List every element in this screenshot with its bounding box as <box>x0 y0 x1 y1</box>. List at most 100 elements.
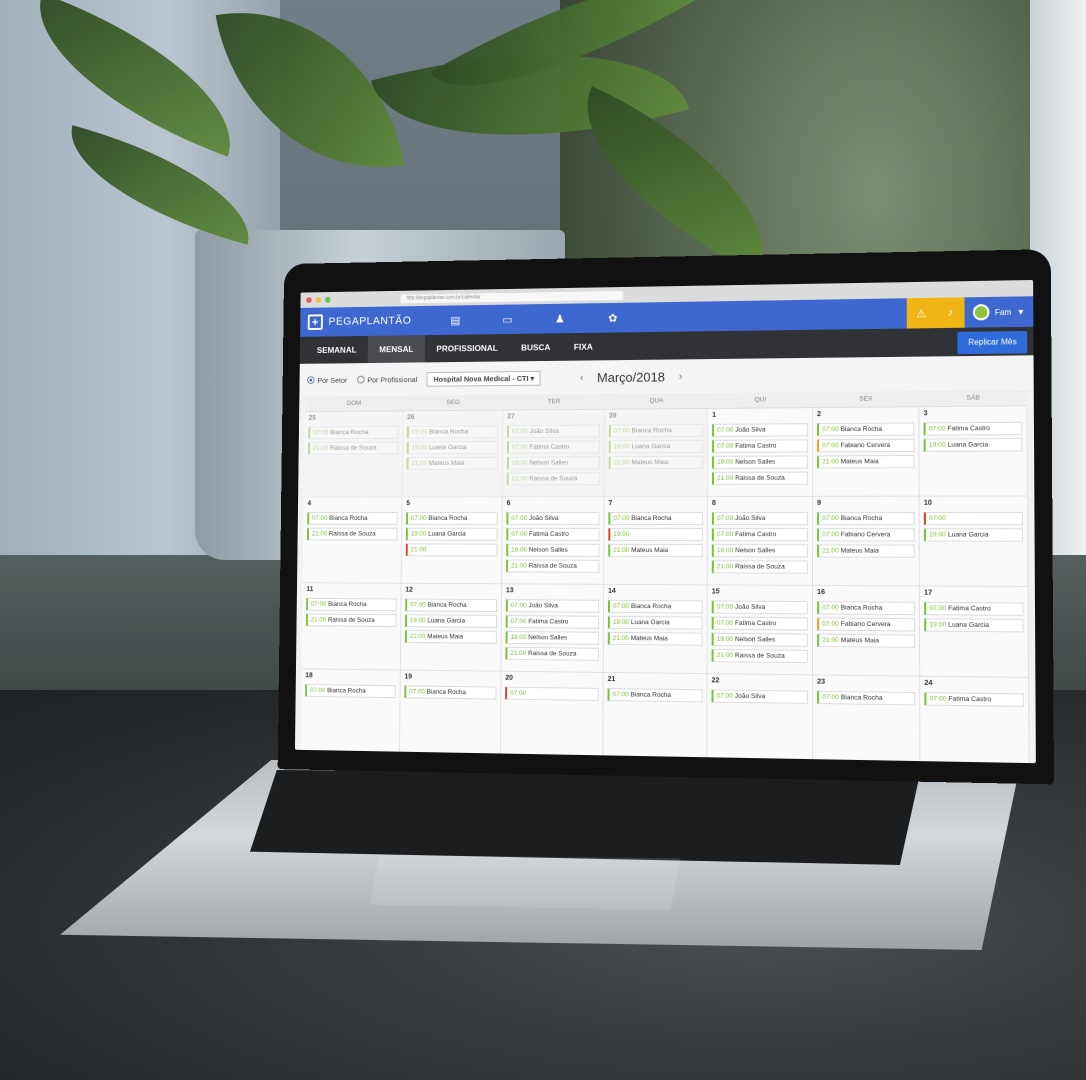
shift-entry[interactable]: 19:00 Luana Garcia <box>923 528 1024 542</box>
replicate-month-button[interactable]: Replicar Mês <box>957 330 1028 355</box>
shift-entry[interactable]: 07:00 Bianca Rocha <box>817 511 915 526</box>
calendar-day[interactable]: 12 07:00 Bianca Rocha 19:00 Luana Garcia 21… <box>400 583 503 672</box>
shift-entry[interactable]: 07:00 João Silva <box>711 689 808 704</box>
shift-entry[interactable]: 19:00 Nelson Salles <box>506 456 600 470</box>
shift-entry[interactable]: 07:00 Bianca Rocha <box>307 512 398 525</box>
radio-por-setor[interactable]: Por Setor <box>307 375 347 384</box>
calendar-day[interactable]: 20 07:00 <box>500 671 604 762</box>
calendar-day[interactable]: 5 07:00 Bianca Rocha 19:00 Luana Garcia 21:… <box>401 497 503 585</box>
calendar-day[interactable]: 16 07:00 Bianca Rocha 07:00 Fabiano Cerver… <box>813 585 921 677</box>
shift-entry[interactable]: 07:00 Bianca Rocha <box>305 684 396 699</box>
shift-entry[interactable]: 07:00 Bianca Rocha <box>404 685 497 700</box>
calendar-day[interactable]: 22 07:00 João Silva <box>707 674 814 764</box>
shift-entry[interactable]: 07:00 Bianca Rocha <box>308 426 399 440</box>
calendar-icon[interactable]: ▭ <box>498 313 517 326</box>
shift-entry[interactable]: 21:00 <box>405 543 498 557</box>
shift-entry[interactable]: 21:00 Raissa de Souza <box>307 527 398 541</box>
shift-entry[interactable]: 19:00 Luana Garcia <box>608 439 704 454</box>
shift-entry[interactable]: 21:00 Mateus Maia <box>817 544 915 558</box>
calendar-day[interactable]: 24 07:00 Fatima Castro <box>920 676 1030 764</box>
calendar-day[interactable]: 19 07:00 Bianca Rocha <box>399 670 502 760</box>
shift-entry[interactable]: 21:00 Mateus Maia <box>817 454 915 469</box>
calendar-day[interactable]: 26 07:00 Bianca Rocha 19:00 Luana Garcia 21… <box>402 410 504 498</box>
shift-entry[interactable]: 07:00 Bianca Rocha <box>406 512 498 525</box>
shift-entry[interactable]: 21:00 Raissa de Souza <box>506 472 600 486</box>
shift-entry[interactable]: 07:00 Bianca Rocha <box>607 688 703 703</box>
minimize-window-icon[interactable] <box>315 297 322 303</box>
calendar-day[interactable]: 3 07:00 Fatima Castro 19:00 Luana Garcia <box>919 406 1029 497</box>
shift-entry[interactable]: 19:00 Luana Garcia <box>405 614 498 628</box>
shift-entry[interactable]: 07:00 Bianca Rocha <box>817 690 916 706</box>
shift-entry[interactable]: 07:00 Bianca Rocha <box>406 425 499 439</box>
shift-entry[interactable]: 19:00 Nelson Salles <box>712 455 808 469</box>
shift-entry[interactable]: 19:00 Nelson Salles <box>505 630 599 645</box>
shift-entry[interactable]: 19:00 Luana Garcia <box>607 615 703 630</box>
shift-entry[interactable]: 07:00 João Silva <box>711 511 808 526</box>
tab-profissional[interactable]: PROFISSIONAL <box>425 334 510 362</box>
shift-entry[interactable]: 19:00 Luana Garcia <box>406 441 499 455</box>
shift-entry[interactable]: 07:00 Fabiano Cervera <box>817 438 915 453</box>
tab-mensal[interactable]: MENSAL <box>367 335 426 364</box>
chart-icon[interactable]: ▤ <box>446 314 465 327</box>
next-month-button[interactable]: › <box>679 371 682 382</box>
shift-entry[interactable]: 07:00 João Silva <box>712 423 808 437</box>
shift-entry[interactable]: 21:00 Raissa de Souza <box>711 648 808 664</box>
shift-entry[interactable]: 21:00 Raissa de Souza <box>711 471 808 485</box>
calendar-day[interactable]: 23 07:00 Bianca Rocha <box>813 675 921 764</box>
calendar-day[interactable]: 6 07:00 João Silva 07:00 Fatima Castro 19:0… <box>502 497 605 585</box>
calendar-day[interactable]: 1 07:00 João Silva 07:00 Fatima Castro 19:0… <box>707 408 813 497</box>
gear-icon[interactable]: ✿ <box>603 311 623 324</box>
shift-entry[interactable]: 07:00 Fatima Castro <box>924 601 1024 616</box>
shift-entry[interactable]: 07:00 Bianca Rocha <box>405 598 498 613</box>
shift-entry[interactable]: 07:00 <box>923 511 1023 526</box>
shift-entry[interactable]: 07:00 Bianca Rocha <box>607 599 703 614</box>
shift-entry[interactable]: 07:00 Fatima Castro <box>711 528 808 542</box>
shift-entry[interactable]: 07:00 Fatima Castro <box>923 421 1023 436</box>
calendar-day[interactable]: 18 07:00 Bianca Rocha <box>300 669 401 758</box>
shift-entry[interactable]: 07:00 João Silva <box>711 600 808 615</box>
shift-entry[interactable]: 07:00 Fabiano Cervera <box>817 617 915 632</box>
calendar-day[interactable]: 7 07:00 Bianca Rocha 19:00 21:00 Mateus Ma… <box>604 496 708 586</box>
shift-entry[interactable]: 07:00 Fatima Castro <box>924 692 1024 707</box>
brand[interactable]: + PEGAPLANTÃO <box>307 313 412 330</box>
prev-month-button[interactable]: ‹ <box>580 372 583 383</box>
calendar-day[interactable]: 17 07:00 Fatima Castro 19:00 Luana Garcia <box>919 586 1030 678</box>
calendar-day[interactable]: 4 07:00 Bianca Rocha 21:00 Raissa de Souza <box>302 497 403 584</box>
shift-entry[interactable]: 07:00 Fatima Castro <box>505 615 600 629</box>
address-bar[interactable]: http://pegaplantao.com.br/calendar <box>400 290 624 303</box>
shift-entry[interactable]: 21:00 Mateus Maia <box>817 633 915 648</box>
shift-entry[interactable]: 19:00 Nelson Salles <box>711 632 808 647</box>
shift-entry[interactable]: 21:00 Mateus Maia <box>404 630 497 644</box>
shift-entry[interactable]: 07:00 Fatima Castro <box>506 527 600 541</box>
shift-entry[interactable]: 21:00 Mateus Maia <box>608 455 704 470</box>
shift-entry[interactable]: 19:00 Luana Garcia <box>405 527 498 541</box>
shift-entry[interactable]: 07:00 João Silva <box>507 424 601 439</box>
shift-entry[interactable]: 21:00 Raissa de Souza <box>308 441 399 455</box>
shift-entry[interactable]: 21:00 Mateus Maia <box>607 631 703 646</box>
shift-entry[interactable]: 07:00 João Silva <box>505 599 600 613</box>
shift-entry[interactable]: 07:00 Bianca Rocha <box>608 423 704 438</box>
calendar-day[interactable]: 27 07:00 João Silva 07:00 Fatima Castro 19:… <box>502 409 605 498</box>
radio-por-profissional[interactable]: Por Profissional <box>356 375 417 384</box>
maximize-window-icon[interactable] <box>324 296 331 303</box>
user-menu[interactable]: Fam ▼ <box>965 303 1025 321</box>
calendar-day[interactable]: 15 07:00 João Silva 07:00 Fatima Castro 19:… <box>707 585 814 676</box>
tab-busca[interactable]: BUSCA <box>509 333 562 361</box>
shift-entry[interactable]: 21:00 Raissa de Souza <box>305 613 397 628</box>
calendar-day[interactable]: 8 07:00 João Silva 07:00 Fatima Castro 19:0… <box>707 496 814 586</box>
shift-entry[interactable]: 07:00 <box>505 686 599 701</box>
shift-entry[interactable]: 21:00 Raissa de Souza <box>506 559 600 573</box>
calendar-day[interactable]: 10 07:00 19:00 Luana Garcia <box>919 496 1029 588</box>
shift-entry[interactable]: 21:00 Mateus Maia <box>608 543 703 558</box>
shift-entry[interactable]: 19:00 Luana Garcia <box>924 618 1024 633</box>
shift-entry[interactable]: 07:00 Bianca Rocha <box>817 422 915 437</box>
calendar-day[interactable]: 21 07:00 Bianca Rocha <box>603 672 708 764</box>
shift-entry[interactable]: 07:00 Fatima Castro <box>712 439 808 453</box>
shift-entry[interactable]: 07:00 Bianca Rocha <box>608 511 703 526</box>
calendar-day[interactable]: 9 07:00 Bianca Rocha 07:00 Fabiano Cervera… <box>812 496 920 587</box>
calendar-day[interactable]: 28 07:00 Bianca Rocha 19:00 Luana Garcia 21… <box>604 408 709 498</box>
shift-entry[interactable]: 21:00 Mateus Maia <box>406 456 499 470</box>
shift-entry[interactable]: 07:00 Bianca Rocha <box>306 597 397 612</box>
shift-entry[interactable]: 21:00 Raissa de Souza <box>711 560 808 574</box>
calendar-day[interactable]: 25 07:00 Bianca Rocha 21:00 Raissa de Souz… <box>303 411 404 498</box>
